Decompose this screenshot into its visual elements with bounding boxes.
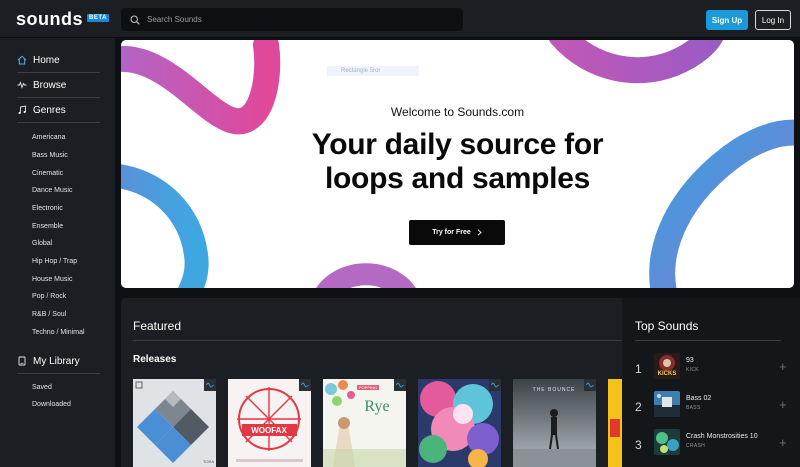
sound-thumbnail xyxy=(654,429,680,455)
album-art xyxy=(608,379,622,467)
hero-welcome-text: Welcome to Sounds.com xyxy=(390,105,525,119)
add-plus-icon[interactable]: + xyxy=(779,435,787,450)
album-art xyxy=(418,379,501,467)
beta-badge: BETA xyxy=(87,13,109,22)
release-card-rye[interactable]: POPPING Rye xyxy=(323,379,406,467)
album-art: POPPING Rye xyxy=(323,379,406,467)
release-card-the-bounce[interactable]: THE BOUNCE xyxy=(513,379,596,467)
hero-banner: Rectangle 5ror Welcome to Sounds.com You… xyxy=(121,40,794,288)
library-downloaded[interactable]: Downloaded xyxy=(32,401,71,408)
releases-title: Releases xyxy=(133,354,177,365)
hero-headline-line-1: Your daily source for xyxy=(311,128,604,161)
album-cover-subtext: POPPING xyxy=(359,385,377,390)
thumbnail-text: KICKS xyxy=(658,371,677,377)
genre-rnb-soul[interactable]: R&B / Soul xyxy=(32,311,66,318)
genre-americana[interactable]: Americana xyxy=(32,134,65,141)
top-sounds-panel: Top Sounds 1 KICKS 93 KICK + 2 Bass 02 B… xyxy=(622,298,800,467)
waveform-icon[interactable] xyxy=(489,379,501,391)
music-note-icon xyxy=(17,105,27,115)
sidebar-item-label: Home xyxy=(33,54,60,66)
album-cover-text: WOOFAX xyxy=(251,426,287,435)
hero-headline: Your daily source for loops and samples xyxy=(121,128,794,196)
search-icon xyxy=(130,14,140,25)
home-icon xyxy=(17,55,27,65)
sound-name: Bass 02 xyxy=(686,395,712,402)
sounds-logo[interactable]: sounds BETA xyxy=(16,9,109,30)
top-sound-row[interactable]: 1 KICKS 93 KICK + xyxy=(635,353,790,383)
sidebar-item-browse[interactable]: Browse xyxy=(17,73,100,98)
genre-hip-hop-trap[interactable]: Hip Hop / Trap xyxy=(32,258,77,265)
album-art: TORA xyxy=(133,379,216,467)
logo-text: sounds xyxy=(16,9,84,29)
waveform-icon[interactable] xyxy=(394,379,406,391)
waveform-icon[interactable] xyxy=(299,379,311,391)
featured-title: Featured xyxy=(133,319,182,333)
chevron-right-icon xyxy=(477,229,482,236)
genre-ensemble[interactable]: Ensemble xyxy=(32,223,63,230)
sound-name: 93 xyxy=(686,357,694,364)
top-sounds-title: Top Sounds xyxy=(635,319,699,333)
cta-label: Try for Free xyxy=(432,229,471,236)
waveform-icon[interactable] xyxy=(584,379,596,391)
rank-number: 3 xyxy=(635,438,642,452)
genre-dance-music[interactable]: Dance Music xyxy=(32,187,72,194)
search-input[interactable] xyxy=(147,15,447,24)
album-art: THE BOUNCE xyxy=(513,379,596,467)
sound-category: KICK xyxy=(686,367,699,373)
sidebar-item-my-library[interactable]: My Library xyxy=(17,349,100,374)
sound-category: CRASH xyxy=(686,443,706,449)
search-bar[interactable] xyxy=(121,8,463,31)
rank-number: 2 xyxy=(635,400,642,414)
release-card-tora[interactable]: TORA xyxy=(133,379,216,467)
genre-global[interactable]: Global xyxy=(32,240,52,247)
sign-up-button[interactable]: Sign Up xyxy=(706,10,748,30)
genre-pop-rock[interactable]: Pop / Rock xyxy=(32,293,66,300)
try-for-free-button[interactable]: Try for Free xyxy=(409,220,505,245)
top-bar: sounds BETA Sign Up Log In xyxy=(0,0,800,38)
sound-category: BASS xyxy=(686,405,701,411)
add-plus-icon[interactable]: + xyxy=(779,359,787,374)
top-sound-row[interactable]: 2 Bass 02 BASS + xyxy=(635,391,790,421)
genre-electronic[interactable]: Electronic xyxy=(32,205,63,212)
album-cover-text: THE BOUNCE xyxy=(533,387,576,393)
rank-number: 1 xyxy=(635,362,642,376)
sidebar-item-label: My Library xyxy=(33,355,80,367)
sound-name: Crash Monstrosities 10 xyxy=(686,433,758,440)
release-card-woofax[interactable]: WOOFAX xyxy=(228,379,311,467)
genre-cinematic[interactable]: Cinematic xyxy=(32,170,63,177)
sidebar-item-home[interactable]: Home xyxy=(17,48,100,73)
sound-thumbnail xyxy=(654,391,680,417)
waveform-icon[interactable] xyxy=(204,379,216,391)
genre-house-music[interactable]: House Music xyxy=(32,276,72,283)
genre-bass-music[interactable]: Bass Music xyxy=(32,152,68,159)
sidebar-item-label: Browse xyxy=(33,79,67,91)
sidebar-item-genres[interactable]: Genres xyxy=(17,98,100,123)
genre-techno-minimal[interactable]: Techno / Minimal xyxy=(32,329,85,336)
album-cover-text: Rye xyxy=(364,398,389,415)
log-in-button[interactable]: Log In xyxy=(755,10,791,30)
library-saved[interactable]: Saved xyxy=(32,384,52,391)
add-plus-icon[interactable]: + xyxy=(779,397,787,412)
album-art: WOOFAX xyxy=(228,379,311,467)
waveform-icon xyxy=(17,80,27,90)
sidebar-item-label: Genres xyxy=(33,104,66,116)
hero-headline-line-2: loops and samples xyxy=(325,162,590,195)
release-card-floral[interactable] xyxy=(418,379,501,467)
featured-section: Featured Releases TORA WOOFAX POPPING Ry… xyxy=(121,298,622,467)
library-icon xyxy=(17,356,27,366)
album-cover-text: TORA xyxy=(203,459,214,464)
release-card-partial[interactable] xyxy=(608,379,622,467)
divider xyxy=(635,340,781,341)
top-sound-row[interactable]: 3 Crash Monstrosities 10 CRASH + xyxy=(635,429,790,459)
sidebar: Home Browse Genres Americana Bass Music … xyxy=(0,38,115,467)
rectangle-tag: Rectangle 5ror xyxy=(327,66,419,76)
divider xyxy=(133,340,622,341)
sound-thumbnail: KICKS xyxy=(654,353,680,379)
